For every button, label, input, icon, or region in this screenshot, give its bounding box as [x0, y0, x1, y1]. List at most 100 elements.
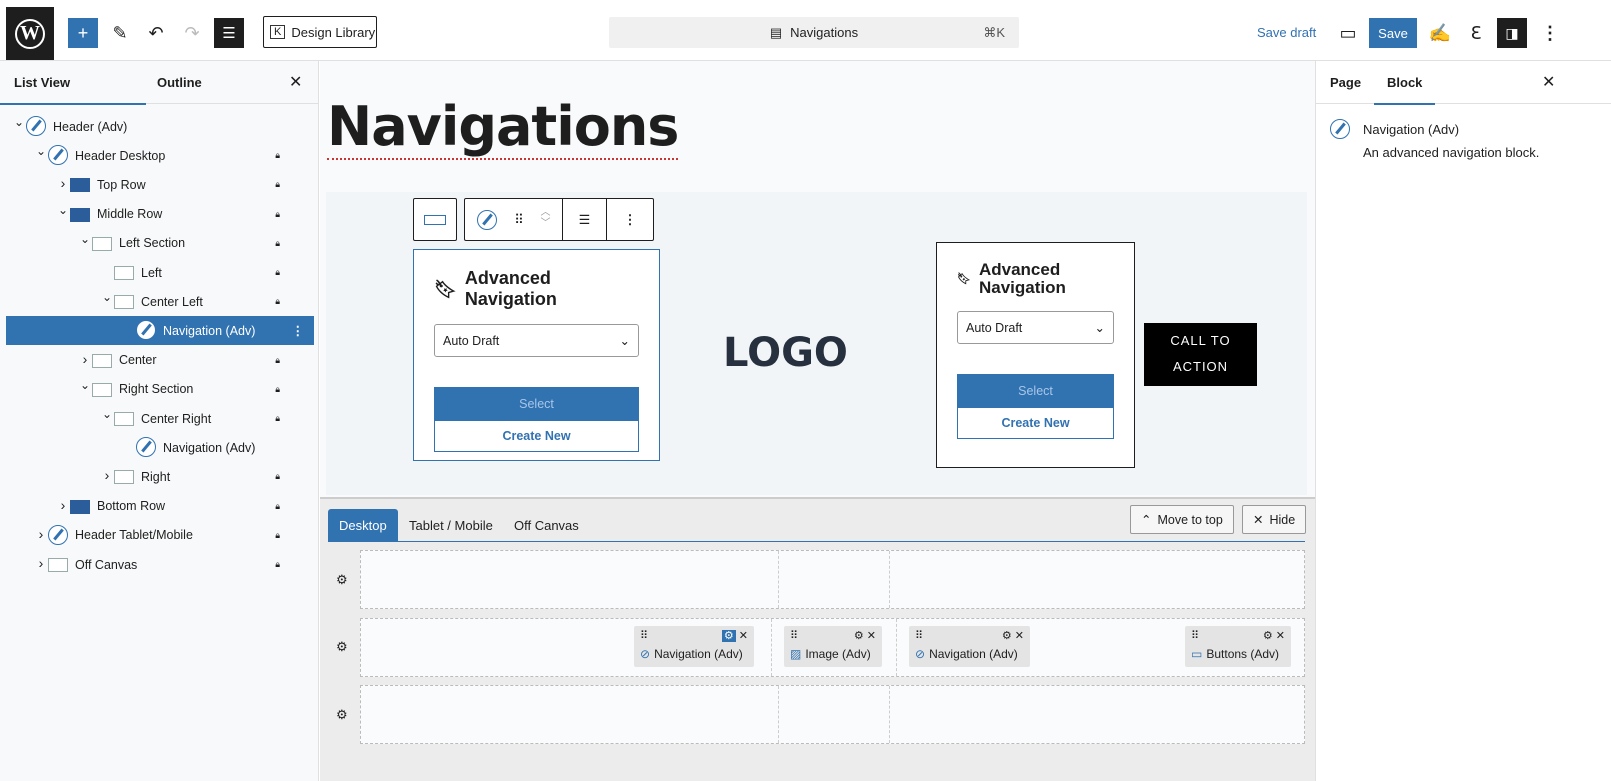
design-library-button[interactable]: K Design Library — [263, 16, 377, 48]
align-icon[interactable]: ☰ — [563, 198, 607, 241]
menu-select[interactable]: Auto Draft ⌄ — [957, 311, 1114, 344]
move-up-down-icon[interactable]: ︿ ﹀ — [529, 198, 563, 241]
hide-button[interactable]: ✕ Hide — [1242, 505, 1307, 534]
settings-gear-icon[interactable]: ⚙ — [854, 630, 864, 642]
settings-sidebar-icon[interactable]: ◨ — [1497, 18, 1527, 48]
chevron-right-icon[interactable]: › — [57, 497, 69, 513]
bookmark-icon: 🔖︎ — [434, 278, 457, 299]
list-view-item-label: Center Right — [141, 411, 212, 426]
preview-laptop-icon[interactable]: ▭ — [1333, 18, 1363, 48]
chevron-right-icon[interactable]: › — [101, 467, 113, 483]
select-button[interactable]: Select — [957, 374, 1114, 407]
page-title[interactable]: Navigations — [327, 95, 679, 160]
chevron-right-icon[interactable]: › — [35, 555, 47, 571]
list-view-item[interactable]: Navigation (Adv) — [6, 433, 314, 462]
chevron-down-icon[interactable]: ⌄ — [79, 378, 91, 392]
list-view-item[interactable]: ⌄ Center Right 🔒︎ — [6, 404, 314, 433]
chevron-down-icon[interactable]: ⌄ — [101, 407, 113, 421]
list-view-item[interactable]: › Right 🔒︎ — [6, 462, 314, 491]
list-view-item[interactable]: ⌄ Right Section 🔒︎ — [6, 375, 314, 404]
drag-handle-icon[interactable]: ⠿ — [1191, 629, 1199, 645]
lock-icon: 🔒︎ — [275, 208, 280, 219]
list-view-item[interactable]: Navigation (Adv) ⋮ — [6, 316, 314, 346]
parent-block-button[interactable] — [413, 198, 457, 241]
logo-image[interactable]: LOGO — [723, 330, 848, 376]
tab-page[interactable]: Page — [1330, 61, 1361, 104]
list-view-item[interactable]: › Top Row 🔒︎ — [6, 170, 314, 199]
close-icon[interactable]: ✕ — [1542, 61, 1555, 104]
options-menu-icon[interactable]: ⋮ — [1535, 18, 1565, 48]
select-button[interactable]: Select — [434, 387, 639, 420]
chevron-down-icon[interactable]: ⌄ — [79, 232, 91, 246]
tab-off-canvas[interactable]: Off Canvas — [503, 509, 590, 542]
chevron-right-icon[interactable]: › — [79, 351, 91, 367]
list-view-item[interactable]: › Header Tablet/Mobile 🔒︎ — [6, 521, 314, 550]
remove-icon[interactable]: ✕ — [867, 630, 876, 642]
list-view-item[interactable]: › Center 🔒︎ — [6, 346, 314, 375]
list-view-item[interactable]: ⌄ Center Left 🔒︎ — [6, 287, 314, 316]
kadence-icon[interactable]: ℇ — [1461, 18, 1491, 48]
lock-icon: 🔒︎ — [275, 296, 280, 307]
builder-block-chip[interactable]: ⠿ ⚙ ✕ ⊘ Navigation (Adv) — [634, 626, 754, 667]
list-view-item[interactable]: ⌄ Header (Adv) — [6, 112, 314, 141]
settings-gear-icon[interactable]: ⚙ — [1263, 630, 1273, 642]
row-settings-icon[interactable]: ⚙ — [336, 572, 348, 588]
create-new-button[interactable]: Create New — [957, 407, 1114, 439]
more-options-icon[interactable]: ⋮ — [607, 212, 653, 228]
tab-list-view[interactable]: List View — [0, 61, 146, 105]
call-to-action-button[interactable]: CALL TO ACTION — [1144, 323, 1257, 386]
settings-gear-icon[interactable]: ⚙ — [721, 630, 736, 642]
tab-block[interactable]: Block — [1374, 61, 1436, 105]
save-draft-button[interactable]: Save draft — [1257, 25, 1316, 40]
edit-template-icon[interactable]: ✍ — [1425, 18, 1455, 48]
tab-tablet-mobile[interactable]: Tablet / Mobile — [398, 509, 504, 542]
remove-icon[interactable]: ✕ — [1015, 630, 1024, 642]
edit-tool-icon[interactable]: ✎ — [105, 18, 135, 48]
drag-handle-icon[interactable]: ⠿ — [640, 629, 648, 645]
chevron-down-icon[interactable]: ⌄ — [101, 290, 113, 304]
builder-block-chip[interactable]: ⠿ ⚙ ✕ ▨ Image (Adv) — [784, 626, 882, 667]
remove-icon[interactable]: ✕ — [1276, 630, 1285, 642]
tab-desktop[interactable]: Desktop — [328, 509, 398, 542]
remove-icon[interactable]: ✕ — [739, 630, 748, 642]
chevron-right-icon[interactable]: › — [57, 175, 69, 191]
bookmark-icon: 🔖︎ — [957, 273, 971, 285]
document-overview-icon[interactable]: ☰ — [214, 18, 244, 48]
chevron-down-icon[interactable]: ⌄ — [35, 144, 47, 158]
list-view-item[interactable]: ⌄ Middle Row 🔒︎ — [6, 200, 314, 229]
more-options-icon[interactable]: ⋮ — [292, 323, 305, 338]
command-palette[interactable]: ▤ Navigations ⌘K — [609, 17, 1019, 48]
undo-icon[interactable]: ↶ — [141, 18, 171, 48]
drag-handle-icon[interactable]: ⠿ — [509, 212, 529, 228]
builder-row-bottom — [360, 685, 1305, 744]
save-button[interactable]: Save — [1369, 18, 1417, 48]
builder-block-chip[interactable]: ⠿ ⚙ ✕ ▭ Buttons (Adv) — [1185, 626, 1291, 667]
list-view-item[interactable]: Left 🔒︎ — [6, 258, 314, 287]
add-block-button[interactable]: + — [68, 18, 98, 48]
row-settings-icon[interactable]: ⚙ — [336, 639, 348, 655]
chevron-down-icon[interactable]: ⌄ — [57, 203, 69, 217]
tab-outline[interactable]: Outline — [157, 61, 202, 104]
builder-block-chip[interactable]: ⠿ ⚙ ✕ ⊘ Navigation (Adv) — [909, 626, 1030, 667]
block-chip-label: Buttons (Adv) — [1206, 647, 1280, 661]
chevron-right-icon[interactable]: › — [35, 526, 47, 542]
row-icon — [70, 178, 90, 193]
row-settings-icon[interactable]: ⚙ — [336, 707, 348, 723]
settings-gear-icon[interactable]: ⚙ — [1002, 630, 1012, 642]
buttons-icon: ▭ — [1191, 647, 1203, 661]
navigation-block-icon[interactable] — [465, 209, 509, 230]
list-view-item[interactable]: › Off Canvas 🔒︎ — [6, 550, 314, 579]
create-new-button[interactable]: Create New — [434, 420, 639, 452]
move-to-top-button[interactable]: ⌃ Move to top — [1130, 505, 1234, 534]
drag-handle-icon[interactable]: ⠿ — [790, 629, 798, 645]
wordpress-logo-button[interactable]: W — [6, 7, 54, 60]
block-chip-label: Navigation (Adv) — [929, 647, 1018, 661]
list-view-item[interactable]: ⌄ Header Desktop 🔒︎ — [6, 141, 314, 170]
list-view-item[interactable]: ⌄ Left Section 🔒︎ — [6, 229, 314, 258]
drag-handle-icon[interactable]: ⠿ — [915, 629, 923, 645]
list-view-item[interactable]: › Bottom Row 🔒︎ — [6, 492, 314, 521]
redo-icon[interactable]: ↷ — [177, 18, 207, 48]
chevron-down-icon[interactable]: ⌄ — [13, 115, 25, 129]
menu-select[interactable]: Auto Draft ⌄ — [434, 324, 639, 357]
close-icon[interactable]: ✕ — [289, 61, 302, 104]
